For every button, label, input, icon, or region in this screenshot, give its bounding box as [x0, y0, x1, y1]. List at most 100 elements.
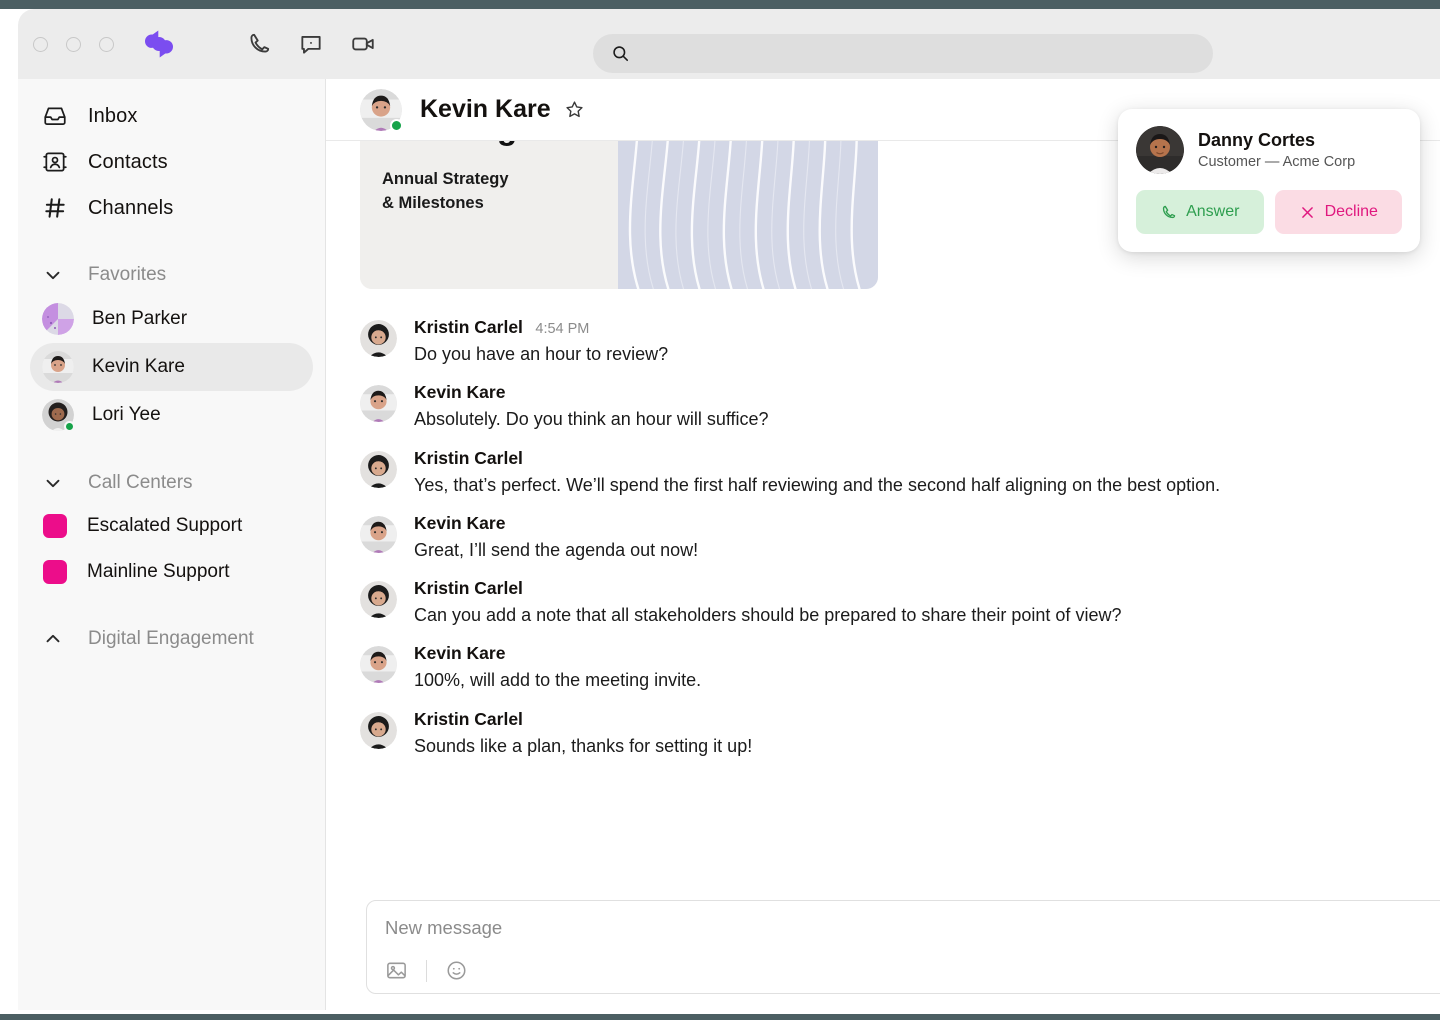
message-item: Kristin Carlel Sounds like a plan, thank…	[360, 709, 1406, 758]
caller-name: Danny Cortes	[1198, 130, 1355, 151]
composer-toolbar	[385, 959, 1439, 982]
decline-call-label: Decline	[1325, 203, 1378, 221]
caller-info: Danny Cortes Customer — Acme Corp	[1136, 126, 1402, 174]
chevron-down-icon	[42, 264, 64, 286]
message-text: Great, I’ll send the agenda out now!	[414, 538, 698, 562]
message-author: Kristin Carlel	[414, 317, 523, 337]
message-body: Kevin Kare Absolutely. Do you think an h…	[414, 382, 769, 431]
sidebar-item-contacts[interactable]: Contacts	[30, 139, 313, 185]
sidebar-call-center-escalated-support[interactable]: Escalated Support	[30, 503, 313, 549]
message-item: Kevin Kare Absolutely. Do you think an h…	[360, 382, 1406, 431]
sidebar: Inbox Contacts Channels Favorites	[18, 79, 326, 1010]
message-text: Yes, that’s perfect. We’ll spend the fir…	[414, 473, 1220, 497]
message-item: Kristin Carlel Yes, that’s perfect. We’l…	[360, 448, 1406, 497]
avatar	[360, 712, 397, 749]
app-logo-icon	[142, 27, 176, 61]
contacts-icon	[42, 149, 68, 175]
answer-call-label: Answer	[1186, 203, 1239, 221]
attachment-card[interactable]: Planning Annual Strategy & Milestones	[360, 141, 878, 289]
titlebar-actions	[246, 31, 376, 57]
toolbar-divider	[426, 960, 427, 982]
sidebar-favorite-label: Ben Parker	[92, 308, 187, 330]
sidebar-favorite-label: Kevin Kare	[92, 356, 185, 378]
message-body: Kevin Kare 100%, will add to the meeting…	[414, 643, 701, 692]
chevron-up-icon	[42, 628, 64, 650]
emoji-icon[interactable]	[445, 959, 468, 982]
message-meta: Kristin Carlel	[414, 448, 1220, 469]
sidebar-item-label: Channels	[88, 197, 173, 220]
sidebar-section-favorites[interactable]: Favorites	[30, 255, 313, 295]
sidebar-favorite-lori-yee[interactable]: Lori Yee	[30, 391, 313, 439]
attachment-title: Planning	[382, 141, 618, 146]
message-list[interactable]: Planning Annual Strategy & Milestones	[326, 141, 1440, 947]
search-bar[interactable]	[593, 34, 1213, 73]
close-window-button[interactable]	[33, 37, 48, 52]
hash-icon	[42, 195, 68, 221]
star-icon[interactable]	[564, 99, 585, 120]
message-timestamp: 4:54 PM	[535, 321, 589, 337]
sidebar-item-label: Inbox	[88, 105, 137, 128]
message-body: Kristin Carlel Can you add a note that a…	[414, 578, 1121, 627]
chevron-down-icon	[42, 472, 64, 494]
sidebar-item-inbox[interactable]: Inbox	[30, 93, 313, 139]
message-composer[interactable]	[366, 900, 1440, 994]
sidebar-call-center-mainline-support[interactable]: Mainline Support	[30, 549, 313, 595]
page-title: Kevin Kare	[420, 95, 551, 124]
search-icon	[611, 44, 630, 63]
sidebar-section-digital-engagement[interactable]: Digital Engagement	[30, 619, 313, 659]
chat-icon[interactable]	[298, 31, 324, 57]
message-meta: Kevin Kare	[414, 382, 769, 403]
avatar	[360, 646, 397, 683]
message-author: Kristin Carlel	[414, 709, 523, 729]
incoming-call-popup: Danny Cortes Customer — Acme Corp Answer…	[1118, 109, 1420, 252]
message-author: Kevin Kare	[414, 382, 505, 402]
sidebar-favorite-kevin-kare[interactable]: Kevin Kare	[30, 343, 313, 391]
maximize-window-button[interactable]	[99, 37, 114, 52]
avatar-man	[360, 516, 397, 553]
message-meta: Kevin Kare	[414, 643, 701, 664]
sidebar-favorite-ben-parker[interactable]: Ben Parker	[30, 295, 313, 343]
avatar-woman-dark	[360, 320, 397, 357]
image-icon[interactable]	[385, 959, 408, 982]
avatar	[360, 89, 402, 131]
answer-call-button[interactable]: Answer	[1136, 190, 1264, 234]
screen-bottom-bezel	[0, 1014, 1440, 1020]
avatar	[360, 516, 397, 553]
decline-call-button[interactable]: Decline	[1275, 190, 1403, 234]
message-text: Absolutely. Do you think an hour will su…	[414, 407, 769, 431]
inbox-icon	[42, 103, 68, 129]
sidebar-favorite-label: Lori Yee	[92, 404, 161, 426]
attachment-subtitle-line1: Annual Strategy	[382, 170, 509, 188]
avatar-woman-dark	[360, 451, 397, 488]
message-author: Kevin Kare	[414, 513, 505, 533]
message-item: Kevin Kare Great, I’ll send the agenda o…	[360, 513, 1406, 562]
sidebar-section-label: Favorites	[88, 264, 166, 286]
avatar	[360, 385, 397, 422]
titlebar	[18, 9, 1440, 79]
message-body: Kristin Carlel Sounds like a plan, thank…	[414, 709, 752, 758]
screen-top-bezel	[0, 0, 1440, 9]
attachment-text: Planning Annual Strategy & Milestones	[360, 141, 618, 289]
avatar	[1136, 126, 1184, 174]
attachment-subtitle-line2: & Milestones	[382, 194, 484, 212]
avatar-woman-dark	[360, 581, 397, 618]
minimize-window-button[interactable]	[66, 37, 81, 52]
avatar	[42, 399, 74, 431]
new-message-input[interactable]	[385, 917, 1439, 939]
sidebar-section-label: Call Centers	[88, 472, 193, 494]
color-swatch	[43, 514, 67, 538]
message-body: Kristin Carlel Yes, that’s perfect. We’l…	[414, 448, 1220, 497]
avatar-man	[360, 646, 397, 683]
app-window: Inbox Contacts Channels Favorites	[18, 9, 1440, 1010]
video-icon[interactable]	[350, 31, 376, 57]
avatar	[42, 303, 74, 335]
avatar	[360, 581, 397, 618]
search-input[interactable]	[640, 45, 1180, 62]
sidebar-section-call-centers[interactable]: Call Centers	[30, 463, 313, 503]
message-item: Kristin Carlel 4:54 PM Do you have an ho…	[360, 317, 1406, 366]
message-text: 100%, will add to the meeting invite.	[414, 668, 701, 692]
sidebar-item-channels[interactable]: Channels	[30, 185, 313, 231]
phone-icon[interactable]	[246, 31, 272, 57]
avatar-man	[42, 351, 74, 383]
message-meta: Kevin Kare	[414, 513, 698, 534]
